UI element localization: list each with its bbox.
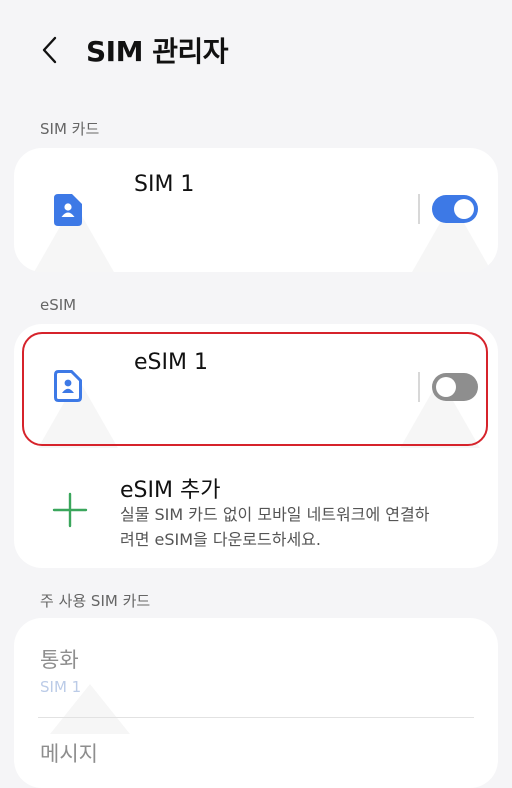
sim1-toggle[interactable]: [432, 195, 478, 223]
chevron-left-icon: [42, 36, 57, 64]
section-label-esim: eSIM: [40, 296, 77, 314]
preferred-message-row[interactable]: 메시지: [14, 718, 498, 768]
add-esim-description: 실물 SIM 카드 없이 모바일 네트워크에 연결하려면 eSIM을 다운로드하…: [120, 505, 430, 549]
call-value: SIM 1: [40, 678, 82, 696]
row-divider: [418, 194, 420, 224]
selection-highlight: [22, 332, 488, 446]
sim1-row[interactable]: SIM 1: [14, 148, 498, 272]
plus-icon: [52, 492, 88, 528]
section-label-preferred: 주 사용 SIM 카드: [40, 592, 151, 610]
message-title: 메시지: [40, 742, 98, 766]
app-header: SIM 관리자: [0, 0, 512, 100]
back-button[interactable]: [34, 32, 66, 68]
add-esim-title: eSIM 추가: [120, 478, 221, 503]
sim1-title: SIM 1: [134, 172, 195, 197]
preferred-call-row[interactable]: 통화 SIM 1: [14, 618, 498, 718]
sim-card-group: SIM 1: [14, 148, 498, 272]
section-label-sim: SIM 카드: [40, 120, 100, 138]
sim-card-icon: [54, 194, 82, 226]
toggle-knob: [454, 199, 474, 219]
call-title: 통화: [40, 648, 79, 672]
page-title: SIM 관리자: [86, 35, 228, 68]
